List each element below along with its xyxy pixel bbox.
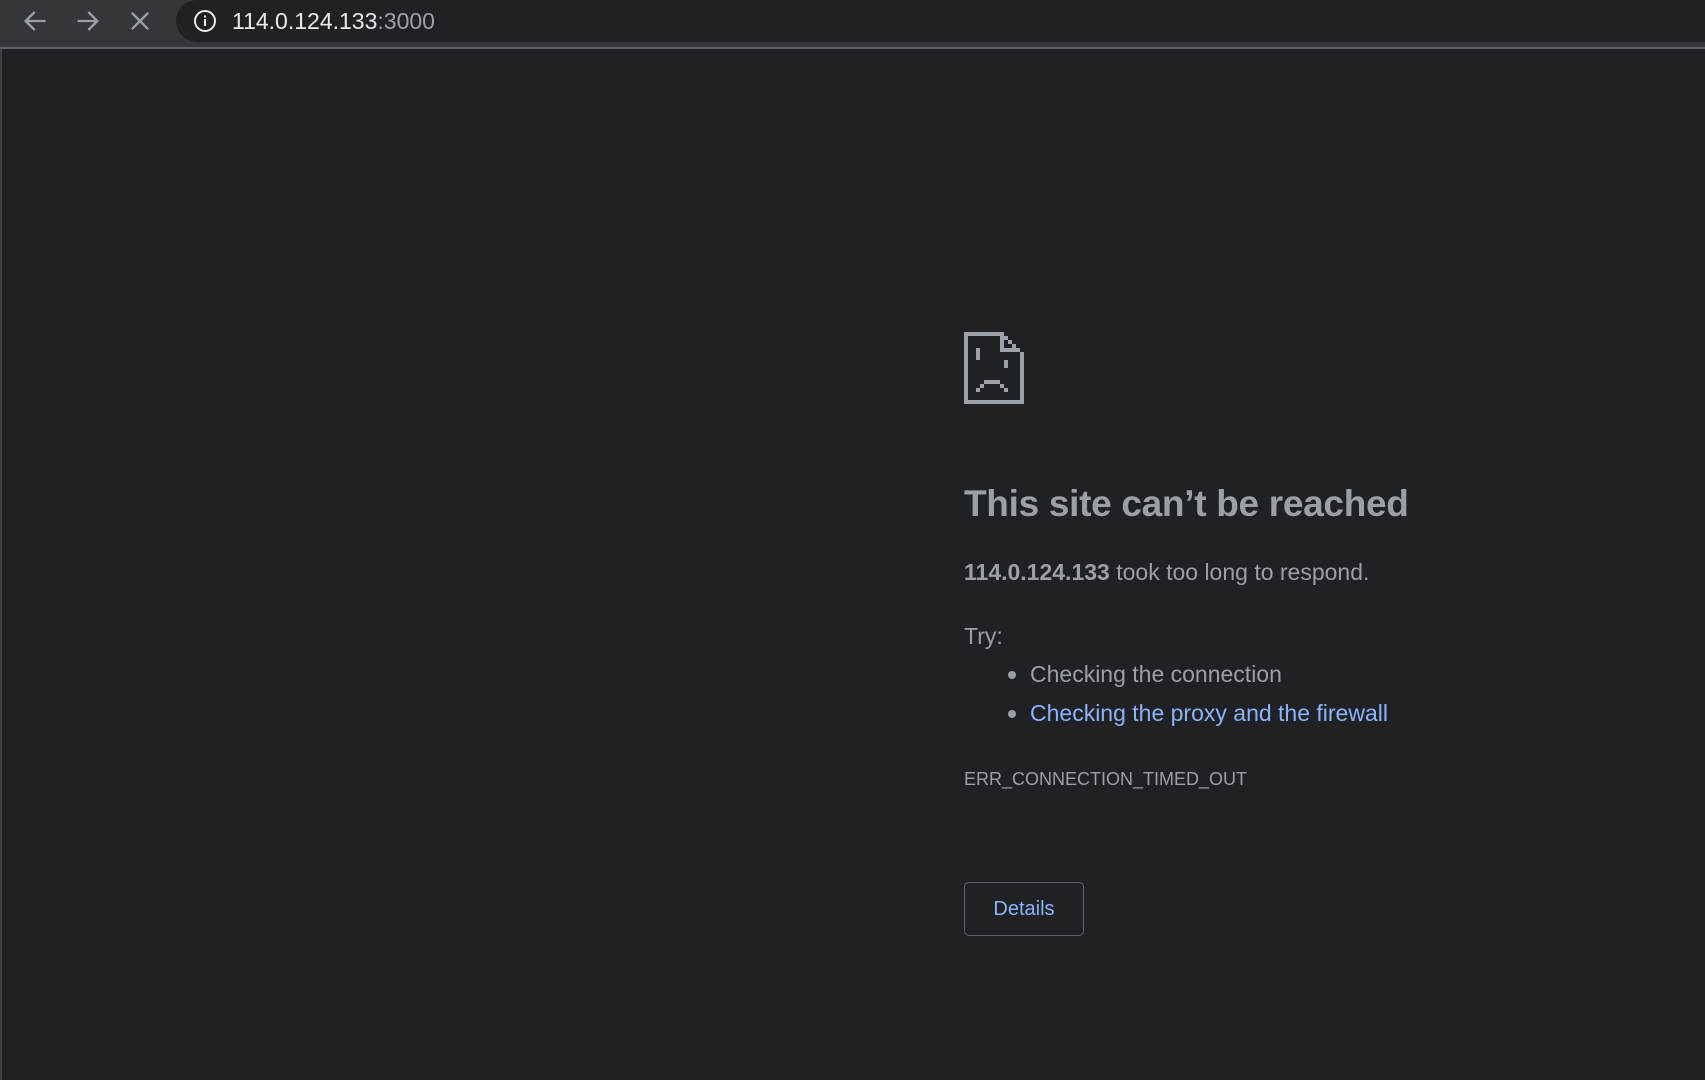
summary-text: took too long to respond. — [1109, 559, 1370, 585]
arrow-left-icon — [24, 11, 46, 31]
suggestions-list: Checking the connection Checking the pro… — [964, 660, 1388, 738]
bullet-icon — [1008, 710, 1016, 718]
details-button[interactable]: Details — [964, 882, 1084, 936]
error-summary: 114.0.124.133 took too long to respond. — [964, 558, 1369, 586]
url-text[interactable]: 114.0.124.133:3000 — [232, 7, 435, 35]
error-code: ERR_CONNECTION_TIMED_OUT — [964, 769, 1248, 789]
back-button[interactable] — [17, 3, 53, 39]
browser-toolbar: 114.0.124.133:3000 — [0, 0, 1705, 49]
arrow-right-icon — [77, 11, 99, 31]
stop-loading-button[interactable] — [122, 3, 158, 39]
suggestion-check-proxy-firewall: Checking the proxy and the firewall — [964, 699, 1388, 738]
proxy-firewall-link[interactable]: Checking the proxy and the firewall — [1030, 700, 1388, 726]
bullet-icon — [1008, 671, 1016, 679]
close-icon — [131, 12, 149, 30]
url-host: 114.0.124.133 — [232, 8, 378, 34]
info-icon[interactable] — [193, 9, 217, 33]
url-port: :3000 — [377, 8, 435, 34]
suggestion-check-connection: Checking the connection — [964, 660, 1388, 699]
window-edge — [0, 49, 2, 1080]
sad-document-icon — [964, 332, 1024, 404]
address-bar[interactable]: 114.0.124.133:3000 — [176, 0, 1705, 42]
error-headline: This site can’t be reached — [964, 483, 1409, 524]
suggestion-label: Checking the connection — [1030, 661, 1282, 687]
try-label: Try: — [964, 623, 1003, 649]
summary-host: 114.0.124.133 — [964, 559, 1110, 585]
forward-button[interactable] — [70, 3, 106, 39]
